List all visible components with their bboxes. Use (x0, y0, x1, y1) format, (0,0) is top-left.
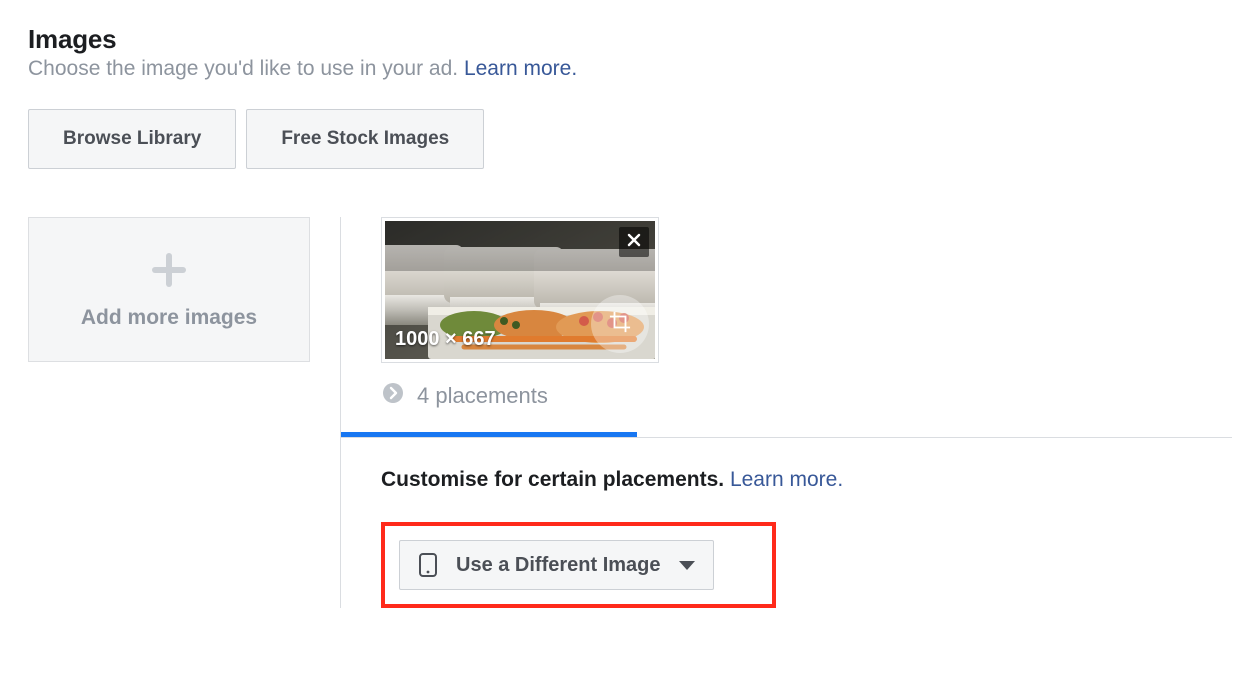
section-title: Images (28, 24, 1232, 55)
image-dimensions: 1000 × 667 (395, 328, 496, 351)
divider (341, 437, 1232, 438)
free-stock-images-button[interactable]: Free Stock Images (246, 109, 484, 169)
use-different-image-label: Use a Different Image (456, 554, 661, 577)
highlighted-region: Use a Different Image (381, 522, 776, 608)
use-different-image-button[interactable]: Use a Different Image (399, 540, 714, 590)
crop-icon (609, 311, 631, 338)
close-icon (626, 232, 642, 253)
remove-image-button[interactable] (619, 227, 649, 257)
add-more-images-tile[interactable]: Add more images (28, 217, 310, 362)
crop-image-button[interactable] (591, 295, 649, 353)
add-more-images-label: Add more images (81, 306, 257, 330)
image-thumbnail[interactable]: 1000 × 667 (381, 217, 659, 363)
mobile-icon (418, 552, 438, 578)
arrow-right-icon (381, 381, 405, 410)
browse-library-button[interactable]: Browse Library (28, 109, 236, 169)
placements-count: 4 placements (417, 383, 548, 409)
customise-learn-more-link[interactable]: Learn more. (730, 468, 843, 491)
learn-more-link[interactable]: Learn more. (464, 57, 577, 80)
customise-text: Customise for certain placements. (381, 468, 730, 491)
plus-icon (148, 249, 190, 296)
section-subtitle: Choose the image you'd like to use in yo… (28, 57, 464, 80)
chevron-down-icon (679, 561, 695, 570)
